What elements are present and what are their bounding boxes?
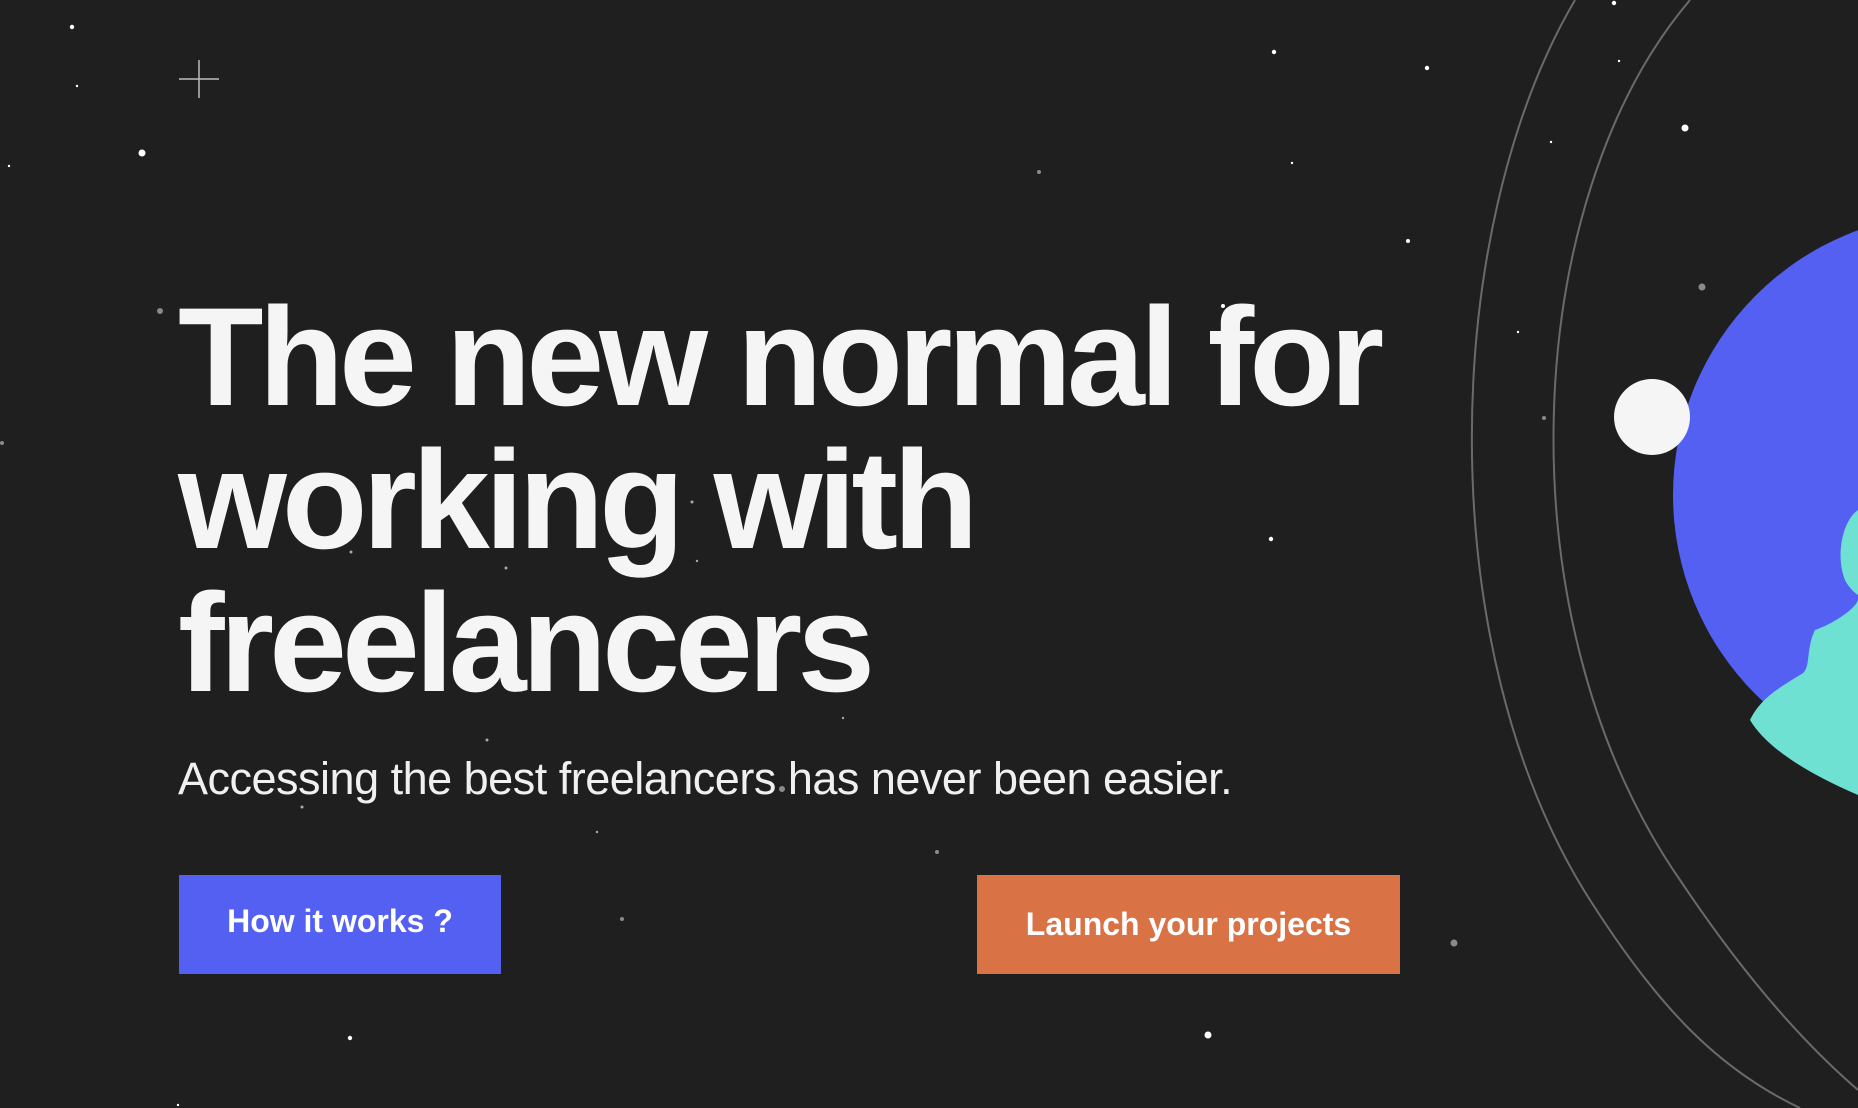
hero-section: The new normal for working with freelanc… xyxy=(178,285,1438,714)
headline-line-3: freelancers xyxy=(178,564,875,721)
launch-projects-button[interactable]: Launch your projects xyxy=(977,875,1400,974)
planet-illustration xyxy=(1673,230,1858,795)
plus-sparkle-icon xyxy=(179,60,219,98)
headline-line-1: The new normal for xyxy=(178,278,1384,435)
hero-headline: The new normal for working with freelanc… xyxy=(178,285,1438,714)
how-it-works-button[interactable]: How it works ? xyxy=(179,875,501,974)
moon-illustration xyxy=(1614,379,1690,455)
hero-subtitle: Accessing the best freelancers has never… xyxy=(178,753,1233,804)
headline-line-2: working with xyxy=(178,421,979,578)
landing-page: The new normal for working with freelanc… xyxy=(0,0,1858,1108)
